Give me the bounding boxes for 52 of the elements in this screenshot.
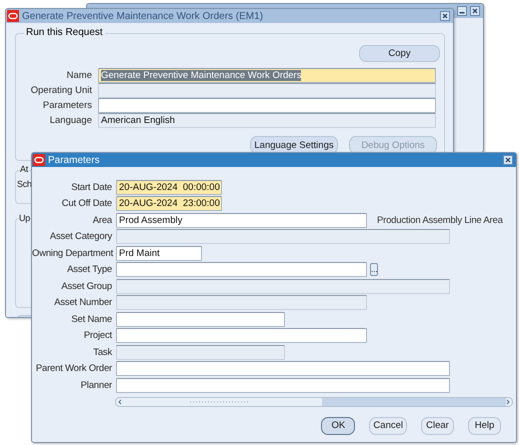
text-field[interactable]: Prod Assembly [116,212,367,228]
field-label: Area [92,214,114,226]
group-title: Up [19,213,30,223]
text-field[interactable] [116,328,367,344]
field-label: Task [92,346,114,358]
dialog-button[interactable]: Clear [421,416,454,434]
field-label: Asset Type [66,264,113,276]
field-label: Name [66,70,93,81]
window-title: Generate Preventive Maintenance Work Orders (EM1) [22,10,264,22]
close-icon[interactable] [503,155,513,165]
text-field[interactable] [116,278,450,294]
group-title: At [20,164,28,174]
text-field[interactable] [98,98,436,113]
horizontal-scrollbar[interactable] [115,396,513,406]
text-field[interactable] [116,378,450,393]
area-description: Production Assembly Line Area [377,214,503,226]
field-label: Operating Unit [30,85,93,96]
logo-icon [33,154,45,166]
text-field[interactable] [116,344,285,360]
field-label: Owning Department [32,248,114,259]
dialog-button[interactable]: Help [468,416,501,434]
field-label: Parameters [42,100,93,111]
field-label: Cut Off Date [60,198,113,210]
group-title: Run this Request [24,27,105,38]
text-field[interactable] [98,83,436,98]
text-field[interactable] [116,312,285,327]
field-label: Start Date [70,182,113,193]
text-field[interactable] [116,262,367,278]
field-label: Asset Group [60,280,113,292]
logo-icon [7,10,19,22]
text-field[interactable] [116,361,450,376]
minimize-icon[interactable] [457,6,467,16]
field-label: Project [82,330,113,342]
text-field[interactable]: American English [98,113,436,128]
text-field[interactable]: Prd Maint [116,246,202,261]
field-label: Asset Category [48,231,114,242]
window-title: Parameters [48,154,101,166]
field-label: Set Name [70,314,113,325]
list-button[interactable]: ... [370,263,378,276]
copy-button[interactable]: Copy [359,45,440,62]
text-field[interactable] [116,295,367,310]
text-field[interactable]: 20-AUG-2024 00:00:00 [116,180,222,195]
text-field[interactable]: 20-AUG-2024 23:00:00 [116,196,222,212]
close-icon[interactable] [440,11,450,21]
dialog-button[interactable]: OK [321,416,356,434]
close-icon[interactable] [470,6,480,16]
field-label: Asset Number [53,297,113,308]
field-label: Planner [80,380,113,391]
field-label: Language [48,115,93,126]
dialog-button[interactable]: Cancel [369,416,407,434]
field-label: Parent Work Order [34,363,113,374]
text-field[interactable] [116,229,450,244]
